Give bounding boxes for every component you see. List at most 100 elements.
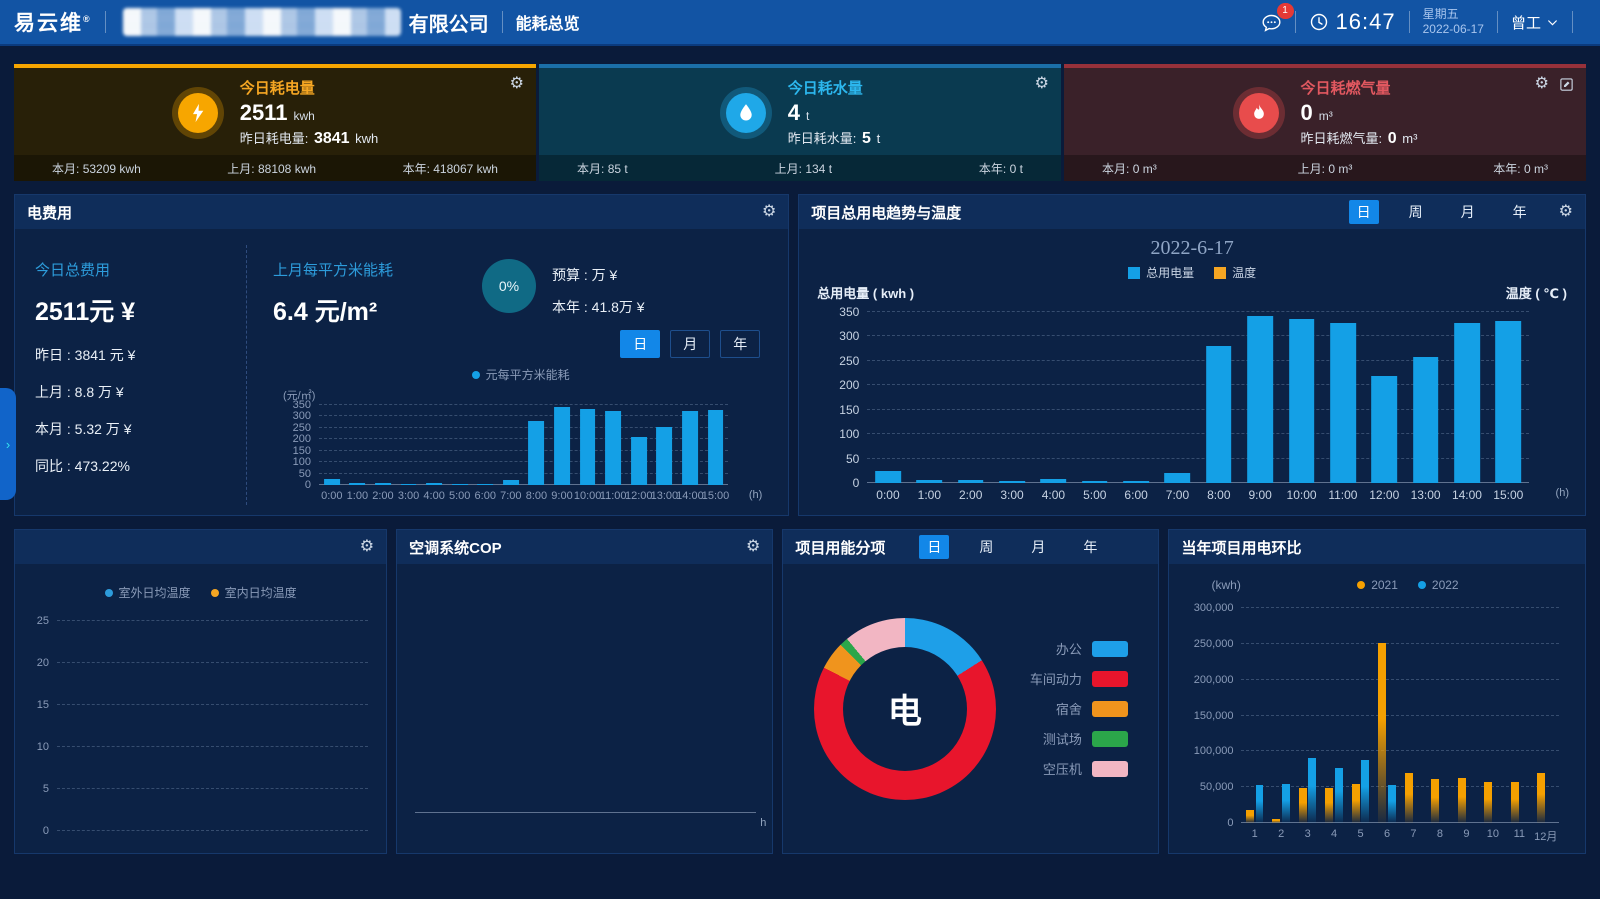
tab-week[interactable]: 周 bbox=[1401, 200, 1431, 224]
nav-tab-energy-overview[interactable]: 能耗总览 bbox=[516, 10, 580, 34]
x-tick-label: 14:00 bbox=[676, 490, 704, 502]
y-tick-label: 0 bbox=[853, 476, 868, 490]
x-tick-label: 3:00 bbox=[398, 490, 419, 502]
settings-icon[interactable]: ⚙ bbox=[1035, 76, 1049, 92]
legend-item[interactable]: 元每平方米能耗 bbox=[472, 366, 570, 383]
kpi-card-row: ⚙ 今日耗电量 2511kwh 昨日耗电量: 3841 kwh 本月: 5320… bbox=[14, 64, 1586, 181]
legend-label: 宿舍 bbox=[1056, 699, 1082, 718]
weekday: 星期五 bbox=[1423, 7, 1484, 22]
y-tick-label: 100,000 bbox=[1194, 745, 1242, 757]
date-block: 星期五 2022-06-17 bbox=[1423, 7, 1484, 37]
legend-label: 元每平方米能耗 bbox=[486, 366, 570, 383]
legend-label: 测试场 bbox=[1043, 729, 1082, 748]
tab-day[interactable]: 日 bbox=[1349, 200, 1379, 224]
bar bbox=[349, 483, 365, 485]
kpi-value: 0m³ bbox=[1301, 100, 1418, 126]
x-tick-label: 4 bbox=[1331, 828, 1337, 840]
x-tick-label: 2:00 bbox=[372, 490, 393, 502]
legend-item[interactable]: 宿舍 bbox=[1030, 699, 1128, 718]
grid-line bbox=[319, 404, 728, 405]
plot-area: 0501001502002503003500:001:002:003:004:0… bbox=[319, 405, 728, 485]
legend-item[interactable]: 车间动力 bbox=[1030, 669, 1128, 688]
plot-area: 0501001502002503003500:001:002:003:004:0… bbox=[867, 312, 1529, 483]
trend-chart: 0501001502002503003500:001:002:003:004:0… bbox=[809, 302, 1575, 507]
settings-icon[interactable]: ⚙ bbox=[360, 539, 374, 555]
bar-2021 bbox=[1272, 819, 1280, 823]
legend-item[interactable]: 室外日均温度 bbox=[105, 584, 191, 601]
cost-hourly-chart: 0501001502002503003500:001:002:003:004:0… bbox=[273, 385, 768, 505]
legend-swatch bbox=[1357, 581, 1365, 589]
electricity-icon bbox=[172, 87, 224, 139]
y-tick-label: 200 bbox=[293, 433, 319, 445]
flame-icon bbox=[1233, 87, 1285, 139]
x-tick-label: 11:00 bbox=[600, 490, 627, 502]
tab-week[interactable]: 周 bbox=[971, 535, 1001, 559]
tab-month[interactable]: 月 bbox=[1453, 200, 1483, 224]
cost-last-month: 上月 : 8.8 万 ¥ bbox=[35, 382, 246, 402]
y-tick-label: 250 bbox=[839, 354, 867, 368]
x-tick-label: 3:00 bbox=[1000, 488, 1023, 502]
monthly-unit-label: (kwh) bbox=[1211, 578, 1240, 592]
x-tick-label: 9 bbox=[1463, 828, 1469, 840]
legend-item[interactable]: 总用电量 bbox=[1128, 264, 1194, 281]
x-tick-label: 6:00 bbox=[475, 490, 496, 502]
panel-energy-breakdown: 项目用能分项 日 周 月 年 电 办公车间动力宿舍测试场空压机 bbox=[782, 529, 1159, 854]
temperature-chart: 0510152025 bbox=[15, 607, 386, 849]
legend-swatch bbox=[1092, 761, 1128, 777]
legend-item[interactable]: 室内日均温度 bbox=[211, 584, 297, 601]
x-tick-label: 3 bbox=[1305, 828, 1311, 840]
x-tick-label: 12月 bbox=[1534, 828, 1557, 844]
settings-icon[interactable]: ⚙ bbox=[510, 76, 524, 92]
tab-year[interactable]: 年 bbox=[1505, 200, 1535, 224]
legend-item[interactable]: 2022 bbox=[1418, 578, 1459, 592]
divider bbox=[1572, 11, 1573, 33]
legend-item[interactable]: 测试场 bbox=[1030, 729, 1128, 748]
tab-year[interactable]: 年 bbox=[1075, 535, 1105, 559]
kpi-month: 本月: 0 m³ bbox=[1102, 160, 1157, 177]
x-tick-label: 6 bbox=[1384, 828, 1390, 840]
divider bbox=[105, 11, 106, 33]
legend-swatch bbox=[1214, 267, 1226, 279]
y-tick-label: 50 bbox=[846, 452, 867, 466]
tab-month[interactable]: 月 bbox=[1023, 535, 1053, 559]
tab-day[interactable]: 日 bbox=[620, 330, 660, 358]
bar bbox=[554, 407, 570, 485]
tab-day[interactable]: 日 bbox=[919, 535, 949, 559]
settings-icon[interactable]: ⚙ bbox=[746, 539, 760, 555]
bar bbox=[682, 411, 698, 485]
registered-mark: ® bbox=[83, 14, 92, 24]
kpi-value: 2511kwh bbox=[240, 100, 379, 126]
legend-swatch bbox=[1128, 267, 1140, 279]
user-menu[interactable]: 曾工 bbox=[1511, 12, 1559, 33]
settings-icon[interactable]: ⚙ bbox=[762, 204, 776, 220]
legend-item[interactable]: 2021 bbox=[1357, 578, 1398, 592]
grid-line bbox=[1241, 679, 1559, 680]
kpi-value: 4t bbox=[788, 100, 880, 126]
legend-item[interactable]: 空压机 bbox=[1030, 759, 1128, 778]
legend-label: 2021 bbox=[1371, 578, 1398, 592]
bar bbox=[580, 409, 596, 485]
company-name-redacted bbox=[123, 8, 401, 36]
x-tick-label: 12:00 bbox=[1369, 488, 1399, 502]
tab-month[interactable]: 月 bbox=[670, 330, 710, 358]
edit-icon[interactable] bbox=[1559, 77, 1574, 92]
messages-button[interactable]: 1 bbox=[1261, 12, 1282, 33]
y-tick-label: 0 bbox=[1227, 817, 1241, 829]
settings-icon[interactable]: ⚙ bbox=[1535, 76, 1549, 92]
trend-date-title: 2022-6-17 bbox=[809, 237, 1575, 260]
panel-monthly-comparison: 当年项目用电环比 (kwh) 20212022 050,000100,00015… bbox=[1168, 529, 1586, 854]
user-name: 曾工 bbox=[1511, 12, 1541, 33]
tab-year[interactable]: 年 bbox=[720, 330, 760, 358]
grid-line bbox=[867, 311, 1529, 312]
legend-item[interactable]: 办公 bbox=[1030, 639, 1128, 658]
x-axis-line bbox=[415, 812, 756, 813]
legend-item[interactable]: 温度 bbox=[1214, 264, 1256, 281]
settings-icon[interactable]: ⚙ bbox=[1559, 204, 1573, 220]
clock-group: 16:47 bbox=[1309, 9, 1396, 35]
x-unit-label: h bbox=[760, 817, 766, 829]
trend-tab-group: 日 周 月 年 bbox=[1349, 200, 1535, 224]
bar bbox=[917, 480, 943, 483]
bar-2021 bbox=[1299, 788, 1307, 823]
sidebar-drawer-handle[interactable]: › bbox=[0, 388, 16, 500]
bar-2021 bbox=[1352, 784, 1360, 823]
